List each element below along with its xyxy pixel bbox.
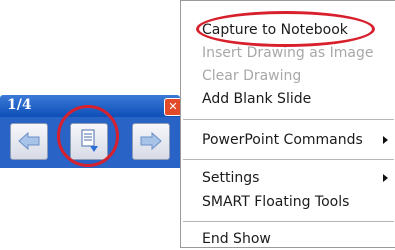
previous-slide-button[interactable]: [10, 123, 48, 160]
next-slide-button[interactable]: [132, 123, 170, 160]
menu-separator: [183, 221, 394, 222]
arrow-right-icon: [140, 131, 162, 151]
menu-separator: [183, 159, 394, 160]
menu-item-smart-floating-tools[interactable]: SMART Floating Tools: [181, 191, 394, 213]
menu-item-powerpoint-commands[interactable]: PowerPoint Commands: [181, 129, 394, 151]
menu-item-add-blank-slide[interactable]: Add Blank Slide: [181, 88, 394, 110]
submenu-arrow-icon: [383, 174, 388, 182]
menu-item-label: End Show: [202, 231, 271, 247]
menu-item-label: Settings: [202, 170, 260, 186]
submenu-arrow-icon: [383, 136, 388, 144]
menu-item-clear-drawing[interactable]: Clear Drawing: [181, 65, 394, 87]
menu-item-label: Clear Drawing: [202, 68, 302, 84]
highlight-circle-annotation: [57, 105, 119, 167]
menu-item-label: SMART Floating Tools: [202, 194, 350, 210]
menu-item-label: PowerPoint Commands: [202, 132, 363, 148]
menu-item-end-show[interactable]: End Show: [181, 228, 394, 250]
highlight-ellipse-annotation: [196, 11, 375, 47]
menu-separator: [183, 119, 394, 120]
page-indicator: 1/4: [7, 97, 32, 113]
arrow-left-icon: [18, 131, 40, 151]
menu-item-settings[interactable]: Settings: [181, 167, 394, 189]
menu-item-label: Add Blank Slide: [202, 91, 312, 107]
